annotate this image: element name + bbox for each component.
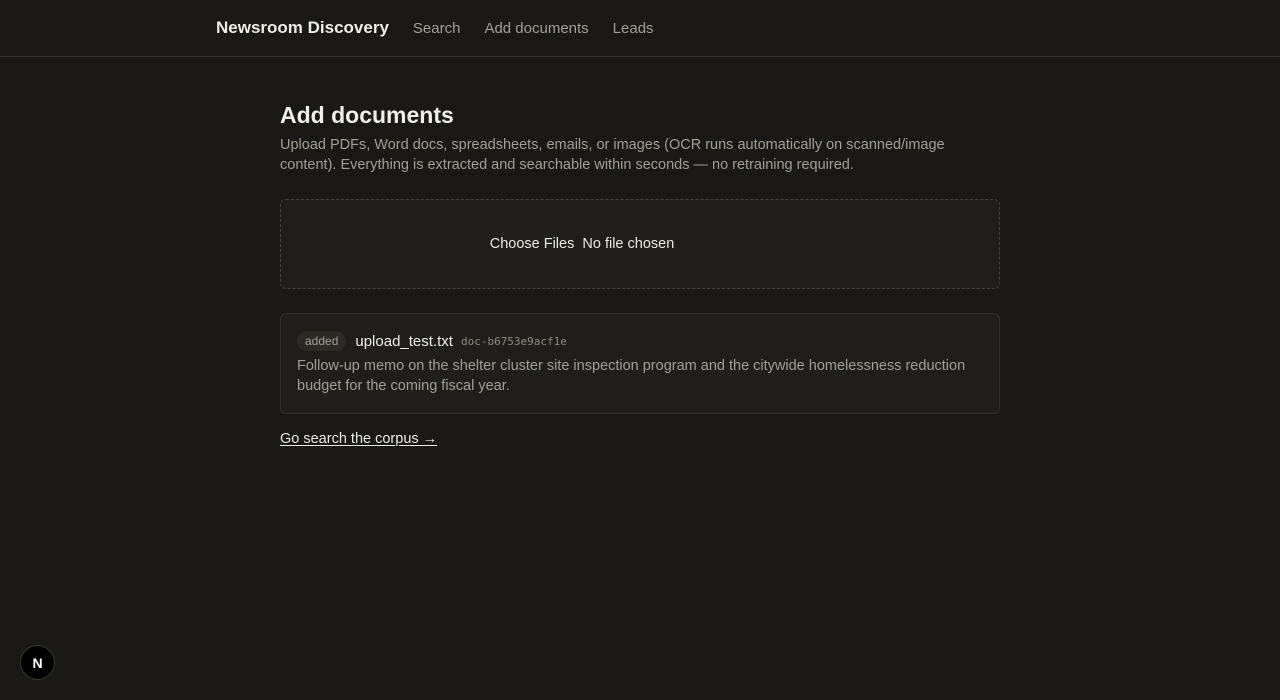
page-description: Upload PDFs, Word docs, spreadsheets, em… (280, 137, 945, 173)
main-content: Add documents Upload PDFs, Word docs, sp… (280, 57, 1000, 448)
top-nav: Newsroom Discovery Search Add documents … (0, 0, 1280, 57)
upload-dropzone[interactable]: Choose Files No file chosen (280, 199, 1000, 289)
file-status-text: No file chosen (582, 236, 675, 252)
nav-link-add-documents[interactable]: Add documents (484, 20, 588, 37)
choose-files-button[interactable]: Choose Files (490, 236, 575, 252)
nav-link-search[interactable]: Search (413, 20, 461, 37)
nav-link-leads[interactable]: Leads (613, 20, 654, 37)
result-header: added upload_test.txt doc-b6753e9acf1e (297, 330, 983, 352)
upload-result-card: added upload_test.txt doc-b6753e9acf1e F… (280, 313, 1000, 414)
search-corpus-link[interactable]: Go search the corpus → (280, 431, 437, 447)
brand-link[interactable]: Newsroom Discovery (216, 18, 389, 38)
page-title: Add documents (280, 102, 454, 128)
status-badge: added (297, 331, 347, 351)
result-filename: upload_test.txt (355, 332, 453, 350)
nextjs-icon[interactable]: N (20, 645, 55, 680)
result-summary: Follow-up memo on the shelter cluster si… (297, 358, 966, 394)
result-doc-id: doc-b6753e9acf1e (460, 334, 567, 348)
file-input[interactable]: Choose Files No file chosen (490, 236, 675, 252)
